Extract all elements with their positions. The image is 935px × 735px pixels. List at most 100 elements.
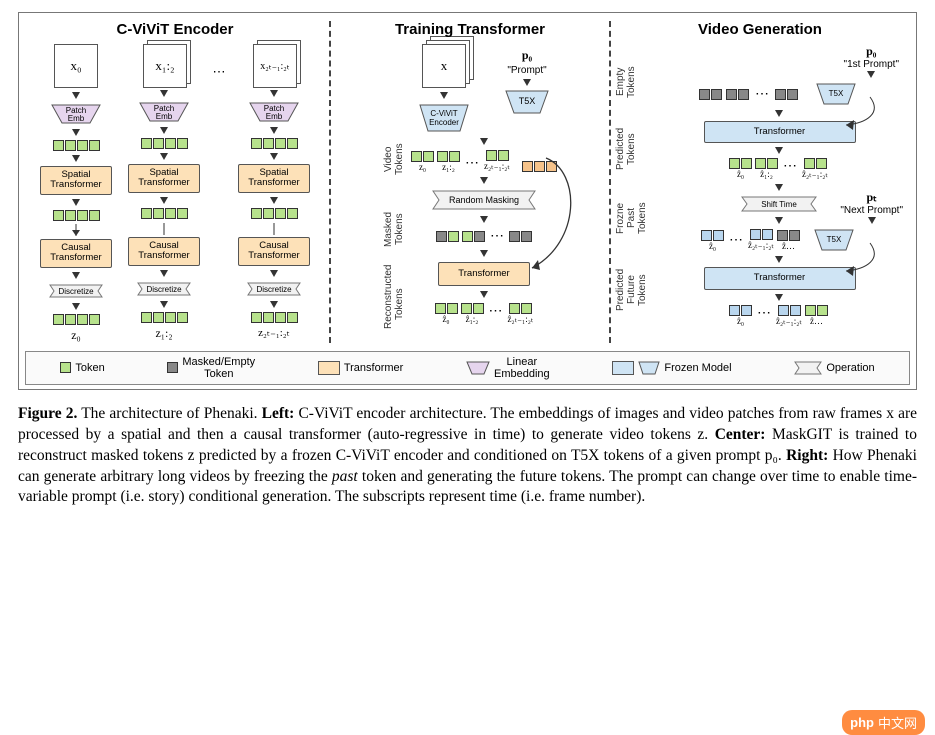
x0-label: x₀ bbox=[70, 58, 81, 74]
panel2-title: Training Transformer bbox=[395, 21, 545, 38]
future-zh0: ẑ₀ bbox=[737, 316, 744, 326]
arrow-icon bbox=[480, 250, 488, 257]
panel2-sidelabels: Video Tokens Masked Tokens Reconstructed… bbox=[383, 139, 405, 329]
predicted-tokens-row: ẑ₀ ẑ₁:₂ ⋯ ẑ₂ₜ₋₁:₂ₜ bbox=[729, 158, 828, 180]
connector bbox=[232, 222, 316, 234]
reconstructed-tokens-row: ẑ₀ ẑ₁:₂ ⋯ ẑ₂ₜ₋₁:₂ₜ bbox=[435, 303, 534, 325]
gen-p0-label: p₀ bbox=[866, 44, 876, 59]
arrow-icon bbox=[72, 92, 80, 99]
watermark-cn: 中文网 bbox=[878, 713, 917, 732]
training-transformer-block: Transformer bbox=[438, 262, 530, 286]
tokens-green bbox=[251, 138, 298, 149]
separator-2 bbox=[605, 21, 615, 343]
tokens-green bbox=[141, 208, 188, 219]
arrow-icon bbox=[160, 197, 168, 204]
legend-frozen-label: Frozen Model bbox=[664, 362, 731, 374]
operation-swatch-icon bbox=[794, 361, 822, 375]
side-rec-label: Reconstructed Tokens bbox=[383, 279, 405, 329]
arrow-icon bbox=[775, 184, 783, 191]
frozen-zdots: ẑ… bbox=[782, 241, 795, 251]
frozen-zh2t: ẑ₂ₜ₋₁:₂ₜ bbox=[748, 240, 774, 251]
svg-text:Shift Time: Shift Time bbox=[761, 200, 797, 209]
arrow-icon bbox=[480, 138, 488, 145]
arrow-icon bbox=[72, 129, 80, 136]
transformer-label: Transformer bbox=[754, 272, 805, 283]
arrow-icon bbox=[775, 256, 783, 263]
arrow-icon bbox=[160, 301, 168, 308]
arrow-icon bbox=[160, 153, 168, 160]
panel3-sidelabels: Empty Tokens Predicted Tokens Frozne Pas… bbox=[615, 44, 648, 327]
spatial-transformer: Spatial Transformer bbox=[128, 164, 200, 193]
frozen-zh0: ẑ₀ bbox=[709, 241, 716, 251]
panel-generation: Video Generation Empty Tokens Predicted … bbox=[615, 21, 905, 343]
figure-container: C-ViViT Encoder x₀ Patch Emb Spatial Tra bbox=[18, 12, 917, 390]
z2t-label: z₂ₜ₋₁:₂ₜ bbox=[484, 161, 510, 172]
spatial-label: Spatial Transformer bbox=[50, 169, 101, 190]
separator-1 bbox=[325, 21, 335, 343]
x-label: x bbox=[441, 58, 448, 74]
caption-right-em: past bbox=[332, 468, 358, 485]
z0-label: z₀ bbox=[419, 162, 426, 172]
arrow-icon bbox=[72, 155, 80, 162]
side-video-label: Video Tokens bbox=[383, 139, 405, 179]
svg-text:Encoder: Encoder bbox=[429, 118, 459, 127]
causal-label: Causal Transformer bbox=[138, 240, 189, 261]
arrow-icon bbox=[270, 270, 278, 277]
panel3-title: Video Generation bbox=[698, 21, 822, 38]
frame-x0: x₀ bbox=[54, 44, 98, 88]
linear-swatch-icon bbox=[466, 361, 490, 375]
figure-legend: Token Masked/Empty Token Transformer Lin… bbox=[25, 351, 910, 385]
arrow-icon bbox=[480, 216, 488, 223]
panels-row: C-ViViT Encoder x₀ Patch Emb Spatial Tra bbox=[25, 21, 910, 343]
svg-text:Emb: Emb bbox=[68, 114, 85, 123]
panel-encoder: C-ViViT Encoder x₀ Patch Emb Spatial Tra bbox=[25, 21, 325, 343]
spatial-label: Spatial Transformer bbox=[248, 167, 299, 188]
z12-label: z₁:₂ bbox=[442, 162, 455, 172]
legend-operation-label: Operation bbox=[826, 362, 874, 374]
arrow-icon bbox=[523, 79, 531, 86]
patch-emb-trap: Patch Emb bbox=[50, 103, 102, 125]
discretize-op: Discretize bbox=[246, 281, 302, 297]
random-masking-op: Random Masking bbox=[429, 189, 539, 211]
arrow-icon bbox=[160, 127, 168, 134]
empty-tokens-row: ⋯ T5X bbox=[699, 82, 858, 106]
tokens-green bbox=[251, 208, 298, 219]
token-swatch-icon bbox=[60, 362, 71, 373]
zh12-label: ẑ₁:₂ bbox=[466, 314, 479, 324]
gen-transformer-2: Transformer bbox=[704, 267, 856, 289]
svg-text:Discretize: Discretize bbox=[256, 285, 292, 294]
next-prompt-label: "Next Prompt" bbox=[840, 205, 903, 216]
transformer-label: Transformer bbox=[458, 268, 509, 279]
encoder-columns: x₀ Patch Emb Spatial Transformer bbox=[34, 44, 316, 343]
causal-label: Causal Transformer bbox=[248, 240, 299, 261]
arrow-icon bbox=[72, 272, 80, 279]
legend-linear: Linear Embedding bbox=[466, 356, 550, 380]
legend-operation: Operation bbox=[794, 361, 874, 375]
tokens-green bbox=[53, 210, 100, 221]
tokens-green bbox=[53, 140, 100, 151]
caption-center-lead: Center: bbox=[715, 426, 766, 443]
caption-intro: The architecture of Phenaki. bbox=[77, 405, 261, 422]
enc-col-1: x₁:₂ Patch Emb Spatial Transformer bbox=[122, 44, 206, 341]
zh2t-label: ẑ₂ₜ₋₁:₂ₜ bbox=[508, 314, 534, 325]
arrow-icon bbox=[775, 110, 783, 117]
zh0-label: ẑ₀ bbox=[442, 314, 449, 324]
tokens-green bbox=[53, 314, 100, 325]
arrow-icon bbox=[270, 197, 278, 204]
spatial-label: Spatial Transformer bbox=[138, 167, 189, 188]
side-pred-label: Predicted Tokens bbox=[615, 128, 648, 170]
connector bbox=[34, 224, 118, 236]
arrow-icon bbox=[160, 90, 168, 97]
patch-emb-trap: Patch Emb bbox=[138, 101, 190, 123]
p0-label: p₀ bbox=[522, 48, 532, 63]
transformer-swatch-icon bbox=[318, 361, 340, 375]
arrow-icon bbox=[160, 270, 168, 277]
arrow-icon bbox=[270, 127, 278, 134]
x12-label: x₁:₂ bbox=[155, 58, 174, 74]
future-tokens-row: ẑ₀ ⋯ ẑ₂ₜ₋₁:₂ₜ ẑ… bbox=[729, 305, 828, 327]
svg-text:Random Masking: Random Masking bbox=[449, 195, 519, 205]
svg-text:Discretize: Discretize bbox=[58, 287, 94, 296]
t5x-arrow-1 bbox=[842, 95, 892, 129]
legend-token-label: Token bbox=[75, 362, 104, 374]
arrow-icon bbox=[775, 147, 783, 154]
